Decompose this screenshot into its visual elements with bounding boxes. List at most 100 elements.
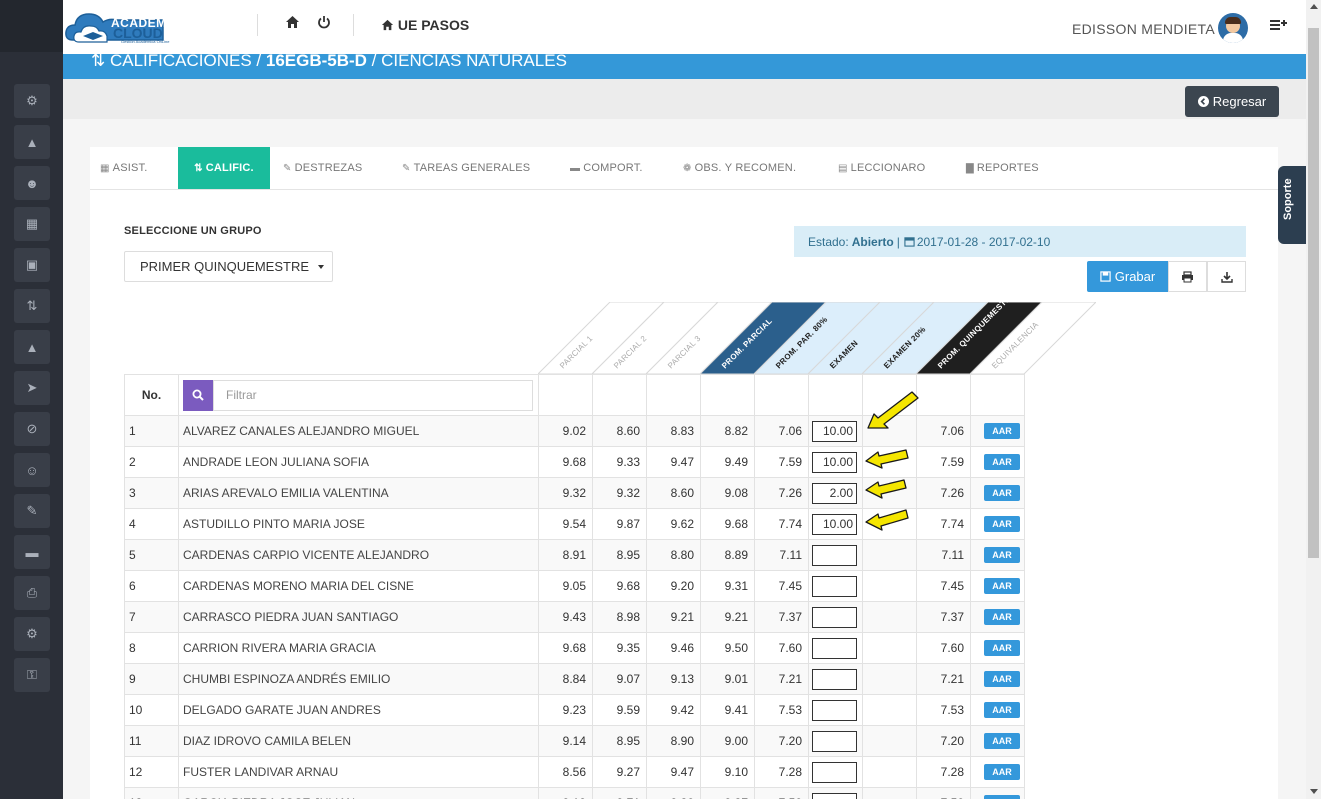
tab-label: REPORTES bbox=[976, 162, 1039, 174]
sidebar-brush-icon[interactable]: ✎ bbox=[14, 494, 50, 528]
sidebar-gears-icon[interactable]: ⚙ bbox=[14, 617, 50, 651]
tab-reportes[interactable]: ▇ REPORTES bbox=[966, 147, 1066, 189]
download-button[interactable] bbox=[1207, 261, 1246, 292]
scrollbar-thumb[interactable] bbox=[1308, 28, 1319, 558]
support-tab[interactable]: Soporte bbox=[1278, 166, 1306, 244]
sidebar-user-icon[interactable]: ☺ bbox=[14, 453, 50, 487]
tab-destrezas[interactable]: ✎ DESTREZAS bbox=[283, 147, 393, 189]
sidebar-gears-icon[interactable]: ⚙ bbox=[14, 84, 50, 118]
caret-down-icon bbox=[318, 264, 325, 269]
diag-header-equivalencia: EQUIVALENCIA bbox=[970, 302, 1096, 374]
sidebar-send-icon[interactable]: ➤ bbox=[14, 371, 50, 405]
sidebar-print-icon[interactable]: ⎙ bbox=[14, 576, 50, 610]
table-row: 6 CARDENAS MORENO MARIA DEL CISNE 9.05 9.68… bbox=[124, 570, 1025, 602]
exam-input[interactable] bbox=[812, 637, 857, 659]
grade-parcial-3: 8.80 bbox=[646, 539, 701, 571]
power-icon[interactable] bbox=[317, 15, 331, 32]
home-icon[interactable] bbox=[285, 15, 300, 32]
exam-cell bbox=[808, 539, 863, 571]
exam-cell: 10.00 bbox=[808, 508, 863, 540]
sidebar-users-icon[interactable]: ☻ bbox=[14, 166, 50, 200]
equivalence-badge: AAR bbox=[984, 609, 1020, 625]
equivalence-badge: AAR bbox=[984, 671, 1020, 687]
circle-arrow-left-icon bbox=[1197, 96, 1209, 107]
grade-prom-quinquemestral: 7.06 bbox=[916, 415, 971, 447]
equivalence-badge: AAR bbox=[984, 733, 1020, 749]
logo-tagline: Gestión Académica OnLine bbox=[121, 39, 170, 44]
exam-input[interactable] bbox=[812, 544, 857, 566]
exam-input[interactable] bbox=[812, 575, 857, 597]
floppy-icon bbox=[1100, 271, 1111, 282]
grade-prom-parcial: 9.50 bbox=[700, 632, 755, 664]
sidebar-money-icon[interactable]: ▣ bbox=[14, 248, 50, 282]
grade-prom-parcial: 9.21 bbox=[700, 601, 755, 633]
filter-input[interactable]: Filtrar bbox=[213, 379, 533, 411]
exam-input[interactable] bbox=[812, 761, 857, 783]
grade-parcial-1: 9.05 bbox=[538, 570, 593, 602]
equivalence-badge: AAR bbox=[984, 516, 1020, 532]
sidebar-lock-icon[interactable]: ⚿ bbox=[14, 658, 50, 692]
status-separator: | bbox=[896, 234, 900, 249]
page-title-bar: ⇅ CALIFICACIONES / 16EGB-5B-D / CIENCIAS… bbox=[63, 51, 1306, 79]
exam-input[interactable] bbox=[812, 668, 857, 690]
exam-input[interactable] bbox=[812, 699, 857, 721]
exam-input[interactable]: 10.00 bbox=[812, 451, 857, 473]
scroll-down-icon[interactable] bbox=[1310, 789, 1318, 794]
column-header-prom-parcial bbox=[700, 374, 755, 416]
equivalence-cell: AAR bbox=[970, 539, 1025, 571]
menu-add-icon[interactable] bbox=[1270, 18, 1287, 37]
sidebar-calendar-icon[interactable]: ▦ bbox=[14, 207, 50, 241]
sidebar-bicycle-icon[interactable]: ⊘ bbox=[14, 412, 50, 446]
tab-comport[interactable]: ▬ COMPORT. bbox=[570, 147, 670, 189]
exam-input[interactable]: 10.00 bbox=[812, 513, 857, 535]
exam-input[interactable]: 10.00 bbox=[812, 420, 857, 442]
sidebar-car-icon[interactable]: ▬ bbox=[14, 535, 50, 569]
tab-tareas-generales[interactable]: ✎ TAREAS GENERALES bbox=[402, 147, 552, 189]
grade-prom-par-80: 7.26 bbox=[754, 477, 809, 509]
grade-parcial-3: 8.83 bbox=[646, 415, 701, 447]
grade-examen-20 bbox=[862, 725, 917, 757]
save-button[interactable]: Grabar bbox=[1087, 261, 1168, 292]
tab-calific[interactable]: ⇅ CALIFIC. bbox=[178, 147, 270, 189]
exam-input[interactable]: 2.00 bbox=[812, 482, 857, 504]
sidebar-graduation-cap-icon[interactable]: ▲ bbox=[14, 125, 50, 159]
table-row: 5 CARDENAS CARPIO VICENTE ALEJANDRO 8.91 8.… bbox=[124, 539, 1025, 571]
tab-leccionaro[interactable]: ▤ LECCIONARO bbox=[838, 147, 944, 189]
exam-cell bbox=[808, 787, 863, 799]
sidebar-sort-icon[interactable]: ⇅ bbox=[14, 289, 50, 323]
sidebar-graduation-cap-icon[interactable]: ▲ bbox=[14, 330, 50, 364]
exam-input[interactable] bbox=[812, 606, 857, 628]
exam-input[interactable] bbox=[812, 792, 857, 799]
student-name: CARDENAS MORENO MARIA DEL CISNE bbox=[178, 570, 539, 602]
grade-parcial-3: 8.90 bbox=[646, 725, 701, 757]
scrollbar[interactable] bbox=[1306, 0, 1321, 799]
student-name: ARIAS AREVALO EMILIA VALENTINA bbox=[178, 477, 539, 509]
search-button[interactable] bbox=[183, 379, 213, 411]
equivalence-cell: AAR bbox=[970, 787, 1025, 799]
grade-prom-quinquemestral: 7.60 bbox=[916, 632, 971, 664]
group-dropdown[interactable]: PRIMER QUINQUEMESTRE bbox=[124, 251, 333, 282]
user-name[interactable]: EDISSON MENDIETA bbox=[1072, 21, 1215, 37]
grade-prom-par-80: 7.74 bbox=[754, 508, 809, 540]
tab-asist[interactable]: ▦ ASIST. bbox=[100, 147, 178, 189]
print-button[interactable] bbox=[1168, 261, 1207, 292]
school-name[interactable]: UE PASOS bbox=[381, 17, 469, 33]
grade-parcial-2: 8.95 bbox=[592, 539, 647, 571]
back-button[interactable]: Regresar bbox=[1185, 86, 1279, 117]
column-header-examen bbox=[808, 374, 863, 416]
scroll-up-icon[interactable] bbox=[1310, 4, 1318, 9]
header-divider bbox=[353, 14, 354, 36]
grade-prom-quinquemestral: 7.45 bbox=[916, 570, 971, 602]
equivalence-cell: AAR bbox=[970, 756, 1025, 788]
column-header-equivalencia bbox=[970, 374, 1025, 416]
avatar[interactable] bbox=[1218, 13, 1248, 43]
grade-parcial-1: 9.02 bbox=[538, 415, 593, 447]
equivalence-badge: AAR bbox=[984, 547, 1020, 563]
exam-cell bbox=[808, 663, 863, 695]
grade-parcial-3: 9.30 bbox=[646, 787, 701, 799]
tab-obs-y-recomen[interactable]: ❁ OBS. Y RECOMEN. bbox=[683, 147, 823, 189]
academicloud-logo[interactable]: ACADEMI CLOUD Gestión Académica OnLine bbox=[65, 6, 173, 48]
calendar-icon: ▦ bbox=[100, 162, 110, 174]
exam-input[interactable] bbox=[812, 730, 857, 752]
grade-parcial-1: 9.43 bbox=[538, 601, 593, 633]
